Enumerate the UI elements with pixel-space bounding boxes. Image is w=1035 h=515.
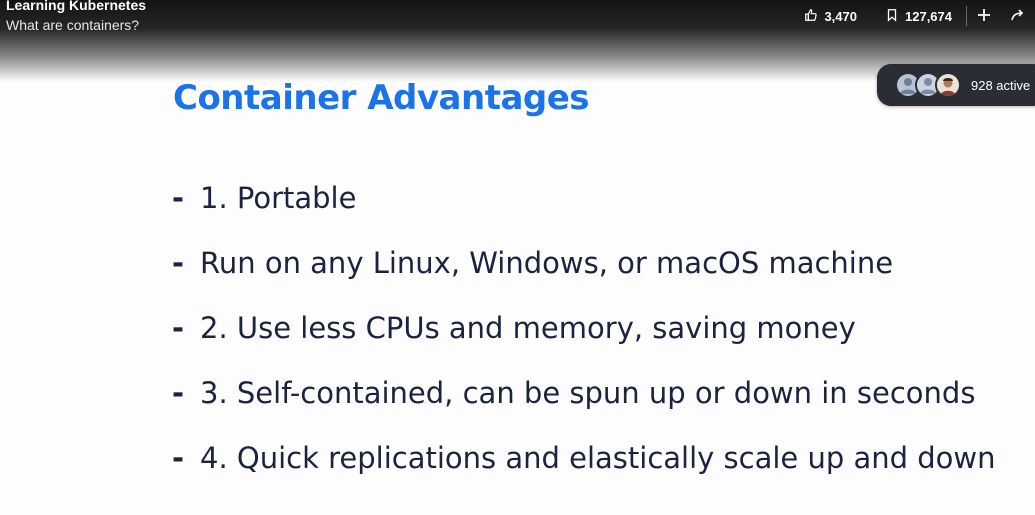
active-viewers-pill[interactable]: 928 active [877,64,1035,106]
share-button[interactable] [1001,7,1035,26]
bullet-text: 3. Self-contained, can be spun up or dow… [200,375,976,410]
save-count: 127,674 [905,8,952,24]
video-title: What are containers? [6,17,140,33]
slide-title: Container Advantages [173,78,590,118]
bullet-marker: - [172,375,185,410]
video-actions: 3,470 127,674 [790,6,1035,26]
bullet-marker: - [172,245,185,280]
bullet-text: 1. Portable [200,180,357,215]
avatar-group [895,72,961,98]
bullet-item: - Run on any Linux, Windows, or macOS ma… [172,230,996,295]
like-count: 3,470 [824,8,857,24]
bookmark-icon [885,8,899,25]
bullet-list: - 1. Portable - Run on any Linux, Window… [172,165,996,490]
bullet-marker: - [172,180,185,215]
bullet-text: Run on any Linux, Windows, or macOS mach… [200,245,894,280]
like-icon [804,8,818,25]
bullet-item: - 1. Portable [172,165,996,230]
save-button[interactable]: 127,674 [871,8,966,25]
avatar [935,72,961,98]
bullet-item: - 2. Use less CPUs and memory, saving mo… [172,295,996,360]
bullet-text: 4. Quick replications and elastically sc… [200,440,996,475]
bullet-item: - 4. Quick replications and elastically … [172,425,996,490]
bullet-text: 2. Use less CPUs and memory, saving mone… [200,310,856,345]
bullet-marker: - [172,310,185,345]
course-title[interactable]: Learning Kubernetes [6,0,146,13]
add-button[interactable] [967,7,1001,26]
like-button[interactable]: 3,470 [790,8,871,25]
add-icon [976,7,992,26]
bullet-marker: - [172,440,185,475]
share-icon [1010,7,1026,26]
bullet-item: - 3. Self-contained, can be spun up or d… [172,360,996,425]
active-count: 928 active [971,77,1031,93]
